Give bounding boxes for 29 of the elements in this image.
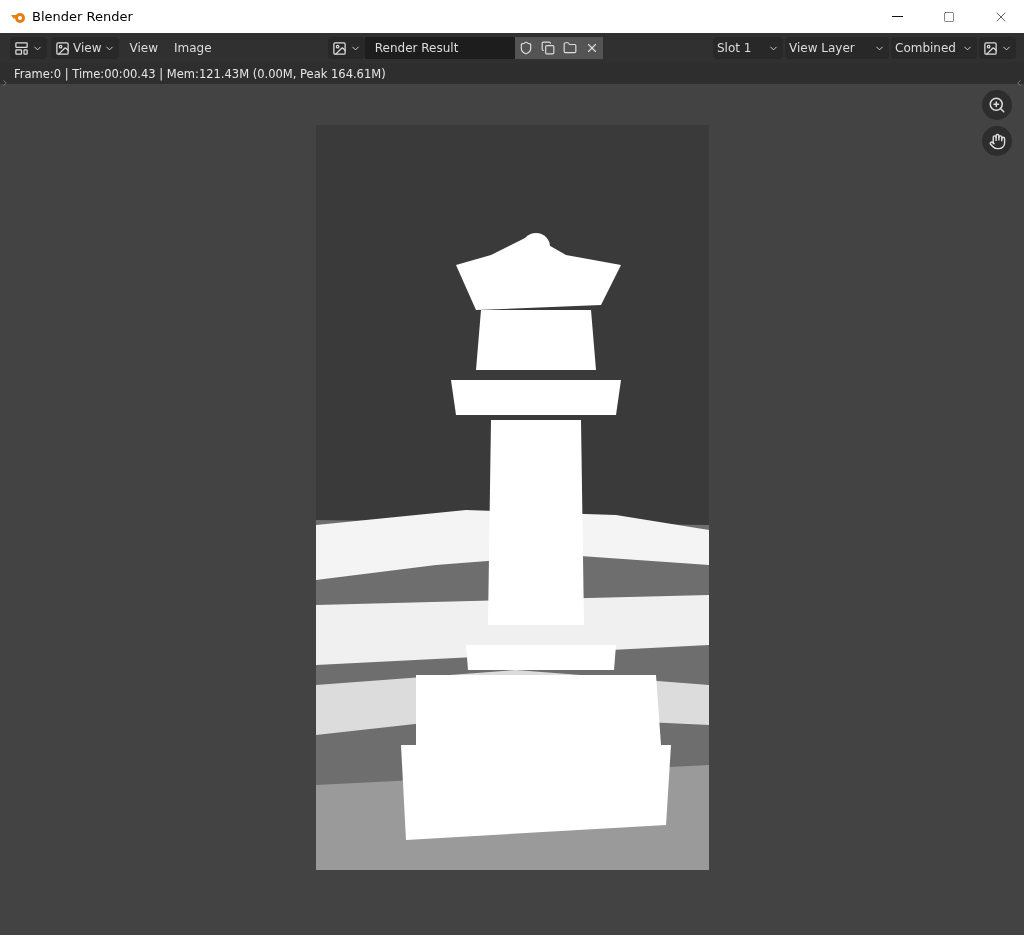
menu-item[interactable]: View xyxy=(123,41,164,55)
pass-dropdown[interactable]: Combined xyxy=(891,37,977,59)
menu-item[interactable]: Image xyxy=(167,41,218,55)
image-icon xyxy=(983,40,998,56)
zoom-button[interactable] xyxy=(982,90,1012,120)
image-name-field[interactable]: Render Result xyxy=(364,37,515,59)
view-mode-dropdown[interactable]: View xyxy=(51,37,120,59)
chevron-left-icon[interactable] xyxy=(1014,78,1024,88)
fake-user-button[interactable] xyxy=(514,37,537,59)
image-icon xyxy=(331,40,347,56)
render-info-text: Frame:0 | Time:00:00.43 | Mem:121.43M (0.00M, Peak 164.61M) xyxy=(14,66,386,81)
zoom-in-icon xyxy=(988,96,1006,114)
image-icon xyxy=(55,40,70,56)
layout-icon xyxy=(14,40,29,56)
pan-button[interactable] xyxy=(982,126,1012,156)
shield-icon xyxy=(518,41,533,55)
hand-icon xyxy=(988,132,1006,150)
folder-icon xyxy=(562,41,577,55)
chevron-right-icon[interactable] xyxy=(0,78,10,88)
window-title: Blender Render xyxy=(32,9,134,24)
display-channels-dropdown[interactable] xyxy=(979,37,1016,59)
copy-icon xyxy=(540,41,555,55)
unlink-button[interactable] xyxy=(580,37,603,59)
editor-type-dropdown[interactable] xyxy=(10,37,47,59)
slot-dropdown[interactable]: Slot 1 xyxy=(713,37,783,59)
maximize-icon xyxy=(943,10,955,23)
image-browse-dropdown[interactable] xyxy=(327,37,365,59)
view-layer-dropdown[interactable]: View Layer xyxy=(785,37,889,59)
minimize-icon xyxy=(891,16,903,17)
